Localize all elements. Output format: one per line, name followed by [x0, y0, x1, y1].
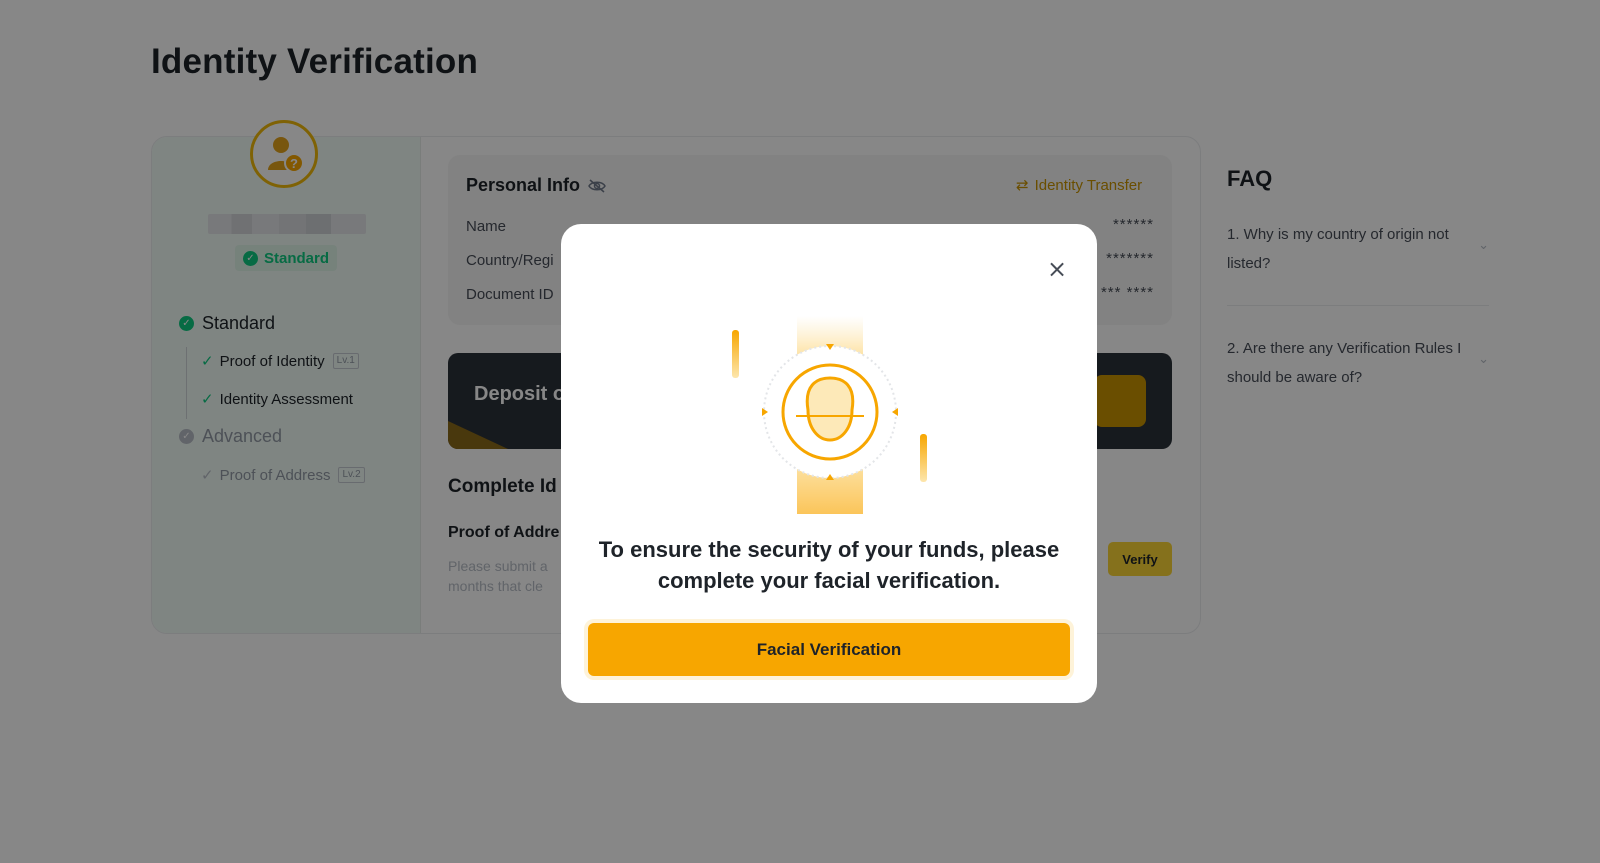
identity-verification-page: Identity Verification ? ✓ Standard ✓ Sta… [0, 0, 1600, 863]
modal-message: To ensure the security of your funds, pl… [598, 537, 1060, 593]
face-scan-icon [732, 316, 927, 514]
facial-verification-button[interactable]: Facial Verification [588, 623, 1070, 676]
close-icon[interactable]: × [1042, 254, 1072, 284]
